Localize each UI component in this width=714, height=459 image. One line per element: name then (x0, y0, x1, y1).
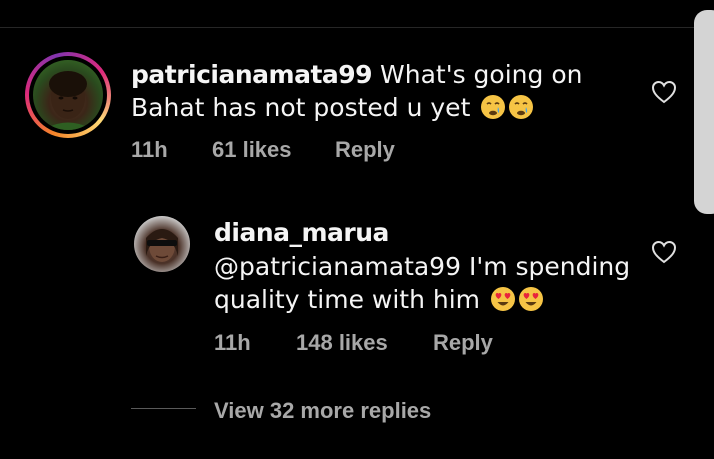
reply-time: 11h (214, 330, 251, 355)
comment-text-line1: What's going on (372, 60, 583, 89)
reply-reply-button[interactable]: Reply (433, 330, 493, 356)
comment-username[interactable]: patricianamata99 (131, 60, 373, 89)
comment-time: 11h (131, 137, 168, 162)
crying-face-emoji-icon (509, 95, 534, 119)
comment-text-second-line: Bahat has not posted u yet (131, 91, 534, 124)
comment-text-line2: Bahat has not posted u yet (131, 93, 471, 122)
top-divider (0, 27, 714, 28)
reply-username-line: diana_marua (214, 216, 389, 249)
reply-username[interactable]: diana_marua (214, 218, 389, 247)
view-more-replies-button[interactable]: View 32 more replies (214, 398, 431, 424)
reply-like-heart-icon[interactable] (651, 240, 677, 264)
comment-text: patricianamata99 What's going on (131, 58, 582, 91)
avatar-face-icon (43, 71, 93, 130)
scrollbar[interactable] (694, 10, 714, 214)
heart-eyes-emoji-icon (490, 287, 515, 311)
reply-text-line1: @patricianamata99 I'm spending (214, 252, 631, 281)
crying-face-emoji-icon (481, 95, 506, 119)
avatar-face-icon (146, 229, 178, 262)
comment-reply-button[interactable]: Reply (335, 137, 395, 163)
heart-eyes-emoji-icon (518, 287, 543, 311)
view-more-divider (131, 408, 196, 409)
comment-likes[interactable]: 61 likes (212, 137, 292, 163)
reply-text-first-line: @patricianamata99 I'm spending (214, 250, 630, 283)
avatar-photo (33, 60, 103, 130)
comment-avatar[interactable] (25, 52, 111, 138)
reply-likes[interactable]: 148 likes (296, 330, 388, 356)
reply-avatar[interactable] (134, 216, 190, 272)
reply-text-second-line: quality time with him (214, 283, 544, 316)
reply-text-line2: quality time with him (214, 285, 488, 314)
comment-like-heart-icon[interactable] (651, 80, 677, 104)
